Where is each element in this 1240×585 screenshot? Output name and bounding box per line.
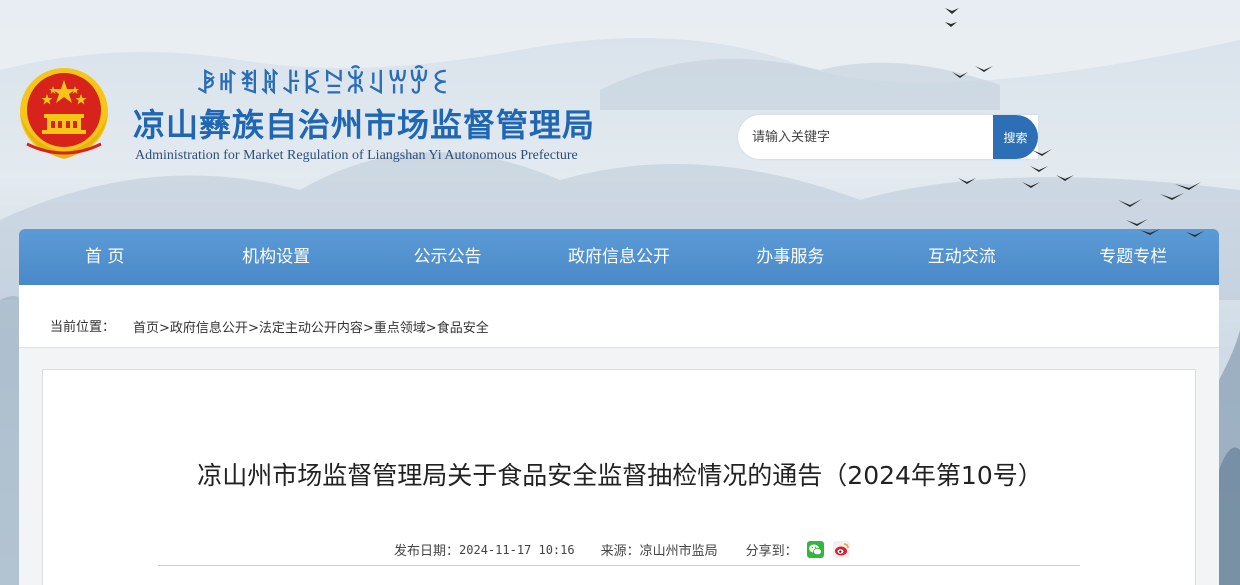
share-label: 分享到： [745,544,798,559]
wechat-icon[interactable] [806,541,824,558]
breadcrumb-item-gov-info[interactable]: 政府信息公开 [170,321,248,336]
nav-home[interactable]: 首 页 [19,229,190,285]
search-input[interactable] [738,115,993,159]
nav-interaction[interactable]: 互动交流 [876,229,1047,285]
meta-divider [158,565,1080,566]
site-subtitle: Administration for Market Regulation of … [135,148,578,163]
main-nav: 首 页 机构设置 公示公告 政府信息公开 办事服务 互动交流 专题专栏 [19,229,1219,285]
breadcrumb-item-food-safety[interactable]: 食品安全 [437,321,489,336]
search-box: 搜索 [738,115,1038,159]
nav-organization[interactable]: 机构设置 [190,229,361,285]
breadcrumb-item-statutory[interactable]: 法定主动公开内容 [259,321,363,336]
date-value: 2024-11-17 10:16 [459,542,575,557]
breadcrumb-separator: > [425,321,437,336]
site-header: ꆃꎭꄮꍩꌠꌅꊂꍜꆹꀕꏭꏂ 凉山彝族自治州市场监督管理局 Administrati… [0,0,1240,229]
source-label: 来源： [600,544,640,559]
date-label: 发布日期： [394,544,460,559]
breadcrumb-item-home[interactable]: 首页 [133,321,159,336]
yi-language-title: ꆃꎭꄮꍩꌠꌅꊂꍜꆹꀕꏭꏂ [196,70,452,100]
nav-services[interactable]: 办事服务 [705,229,876,285]
breadcrumb-separator: > [247,321,259,336]
article-meta: 发布日期： 2024-11-17 10:16 来源： 凉山州市监局 分享到： [394,540,850,559]
source-value: 凉山州市监局 [639,544,718,559]
weibo-icon[interactable] [832,541,850,558]
national-emblem-icon[interactable] [17,64,111,162]
breadcrumb-bar: 当前位置： 首页>政府信息公开>法定主动公开内容>重点领域>食品安全 [19,285,1219,348]
nav-gov-info-disclosure[interactable]: 政府信息公开 [533,229,704,285]
breadcrumb-item-key-areas[interactable]: 重点领域 [374,321,426,336]
site-title[interactable]: 凉山彝族自治州市场监督管理局 [133,100,595,146]
breadcrumb: 首页>政府信息公开>法定主动公开内容>重点领域>食品安全 [133,317,489,336]
article-card: 凉山州市场监督管理局关于食品安全监督抽检情况的通告（2024年第10号） 发布日… [42,369,1196,585]
breadcrumb-separator: > [159,321,170,336]
search-button[interactable]: 搜索 [993,115,1038,159]
nav-special-topics[interactable]: 专题专栏 [1048,229,1219,285]
breadcrumb-separator: > [362,321,374,336]
nav-announcements[interactable]: 公示公告 [362,229,533,285]
article-title: 凉山州市场监督管理局关于食品安全监督抽检情况的通告（2024年第10号） [197,461,1043,490]
content-area: 凉山州市场监督管理局关于食品安全监督抽检情况的通告（2024年第10号） 发布日… [19,348,1219,585]
breadcrumb-label: 当前位置： [50,320,116,335]
